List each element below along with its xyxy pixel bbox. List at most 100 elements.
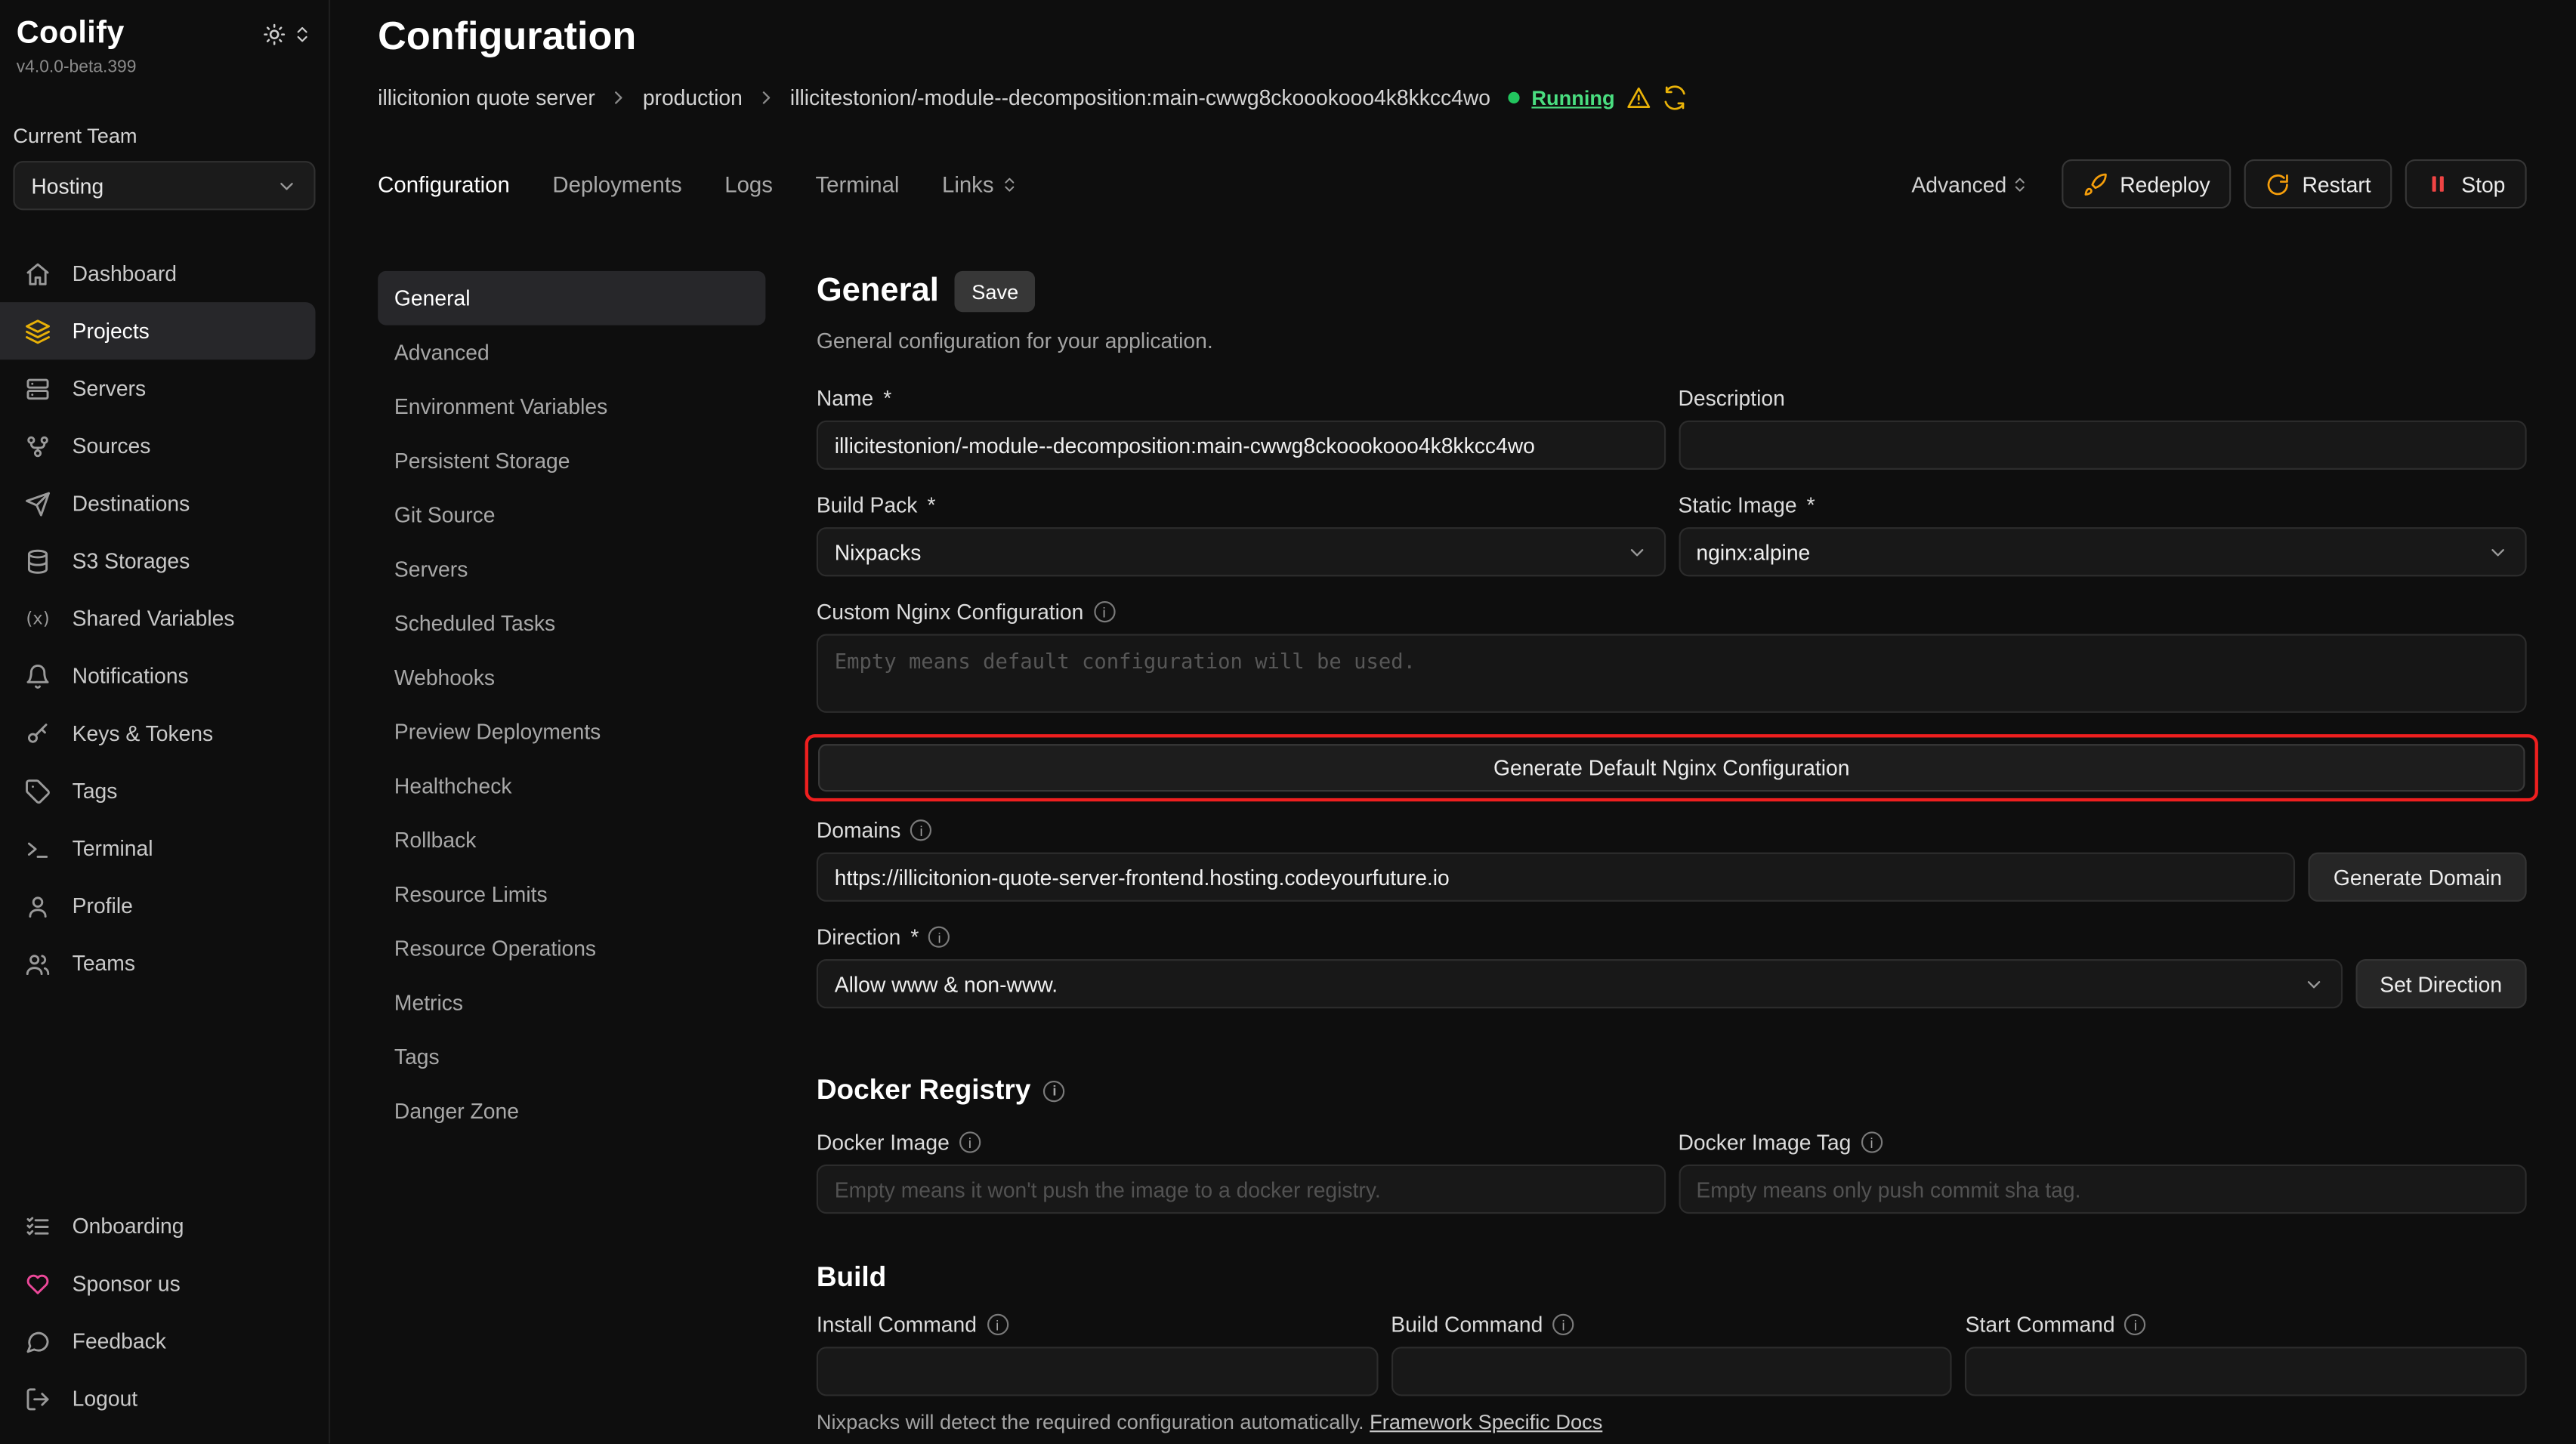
info-icon[interactable]: i (2125, 1314, 2146, 1335)
sidebar-item-logout[interactable]: Logout (0, 1370, 316, 1427)
tab-configuration[interactable]: Configuration (378, 171, 510, 196)
tab-links[interactable]: Links (942, 171, 1018, 196)
start-command-input[interactable] (1966, 1347, 2527, 1396)
subnav-metrics[interactable]: Metrics (378, 976, 765, 1030)
subnav-webhooks[interactable]: Webhooks (378, 650, 765, 705)
subnav-danger-zone[interactable]: Danger Zone (378, 1084, 765, 1138)
direction-value: Allow www & non-www. (835, 971, 1058, 996)
subnav-resource-limits[interactable]: Resource Limits (378, 867, 765, 921)
subnav-preview-deployments[interactable]: Preview Deployments (378, 705, 765, 759)
sidebar-item-s3-storages[interactable]: S3 Storages (0, 532, 316, 590)
sidebar-item-teams[interactable]: Teams (0, 934, 316, 992)
subnav-advanced[interactable]: Advanced (378, 326, 765, 380)
sidebar-item-onboarding[interactable]: Onboarding (0, 1197, 316, 1254)
sidebar-item-projects[interactable]: Projects (0, 302, 316, 359)
stop-button[interactable]: Stop (2405, 159, 2526, 208)
breadcrumb-project[interactable]: illicitonion quote server (378, 85, 595, 110)
info-icon[interactable]: i (987, 1314, 1008, 1335)
restart-button[interactable]: Restart (2244, 159, 2392, 208)
subnav-scheduled-tasks[interactable]: Scheduled Tasks (378, 596, 765, 650)
users-icon (23, 950, 51, 977)
breadcrumb: illicitonion quote server production ill… (378, 85, 2527, 110)
subnav-git-source[interactable]: Git Source (378, 488, 765, 542)
sidebar-item-sponsor[interactable]: Sponsor us (0, 1254, 316, 1312)
restart-icon (2266, 171, 2291, 196)
info-icon[interactable]: i (1044, 1080, 1065, 1101)
generate-domain-button[interactable]: Generate Domain (2309, 853, 2526, 902)
generate-nginx-config-button[interactable]: Generate Default Nginx Configuration (818, 744, 2525, 791)
build-heading: Build (817, 1261, 2527, 1294)
info-icon[interactable]: i (910, 819, 931, 841)
direction-label: Direction* i (817, 924, 2527, 949)
info-icon[interactable]: i (1861, 1131, 1882, 1152)
subnav-rollback[interactable]: Rollback (378, 813, 765, 867)
home-icon (23, 261, 51, 287)
sidebar-item-tags[interactable]: Tags (0, 762, 316, 819)
description-input[interactable] (1678, 421, 2526, 470)
sidebar-item-profile[interactable]: Profile (0, 877, 316, 934)
sidebar-item-keys-tokens[interactable]: Keys & Tokens (0, 705, 316, 762)
subnav-persistent-storage[interactable]: Persistent Storage (378, 434, 765, 488)
sync-icon[interactable] (1663, 85, 1688, 110)
required-asterisk: * (1807, 492, 1815, 517)
tab-terminal[interactable]: Terminal (816, 171, 900, 196)
description-label: Description (1678, 386, 2526, 411)
sidebar-item-destinations[interactable]: Destinations (0, 474, 316, 532)
build-command-label: Build Command i (1391, 1313, 1952, 1338)
breadcrumb-environment[interactable]: production (643, 85, 743, 110)
subnav-resource-operations[interactable]: Resource Operations (378, 921, 765, 976)
name-input[interactable] (817, 421, 1665, 470)
subnav-servers[interactable]: Servers (378, 542, 765, 597)
build-pack-select[interactable]: Nixpacks (817, 527, 1665, 576)
domains-input[interactable] (817, 853, 2296, 902)
static-image-select[interactable]: nginx:alpine (1678, 527, 2526, 576)
docker-image-label: Docker Image i (817, 1130, 1665, 1155)
build-pack-value: Nixpacks (835, 539, 922, 564)
sidebar-item-shared-variables[interactable]: (x) Shared Variables (0, 590, 316, 647)
chevrons-up-down-icon[interactable] (292, 23, 312, 45)
sidebar-item-feedback[interactable]: Feedback (0, 1313, 316, 1370)
info-icon[interactable]: i (959, 1131, 981, 1152)
status-running-link[interactable]: Running (1531, 86, 1614, 109)
framework-docs-link[interactable]: Framework Specific Docs (1370, 1411, 1602, 1433)
build-command-input[interactable] (1391, 1347, 1952, 1396)
nginx-config-textarea[interactable] (817, 634, 2527, 712)
sidebar-item-notifications[interactable]: Notifications (0, 647, 316, 705)
team-select[interactable]: Hosting (13, 161, 315, 210)
sidebar-item-terminal[interactable]: Terminal (0, 819, 316, 877)
tabs: Configuration Deployments Logs Terminal … (378, 171, 1018, 196)
theme-toggle-sun-icon[interactable] (263, 23, 286, 45)
breadcrumb-resource: illicitestonion/-module--decomposition:m… (790, 85, 1490, 110)
subnav-tags[interactable]: Tags (378, 1030, 765, 1085)
direction-select[interactable]: Allow www & non-www. (817, 959, 2342, 1008)
sidebar-item-servers[interactable]: Servers (0, 359, 316, 417)
subnav-healthcheck[interactable]: Healthcheck (378, 759, 765, 813)
set-direction-button[interactable]: Set Direction (2355, 959, 2527, 1008)
redeploy-button[interactable]: Redeploy (2062, 159, 2232, 208)
start-command-label: Start Command i (1966, 1313, 2527, 1338)
install-command-input[interactable] (817, 1347, 1378, 1396)
info-icon[interactable]: i (1552, 1314, 1574, 1335)
tab-logs[interactable]: Logs (724, 171, 773, 196)
info-icon[interactable]: i (1093, 601, 1114, 622)
sidebar-item-label: Feedback (73, 1328, 166, 1353)
domains-label: Domains i (817, 818, 2527, 843)
advanced-dropdown[interactable]: Advanced (1911, 171, 2029, 196)
section-title: General (817, 273, 939, 310)
save-button[interactable]: Save (956, 271, 1035, 312)
current-team-label: Current Team (0, 125, 329, 147)
chevrons-up-down-icon (1000, 175, 1018, 193)
heart-icon (23, 1270, 51, 1297)
sidebar-item-dashboard[interactable]: Dashboard (0, 245, 316, 302)
variables-icon: (x) (23, 609, 51, 628)
subnav-environment-variables[interactable]: Environment Variables (378, 379, 765, 434)
tab-deployments[interactable]: Deployments (552, 171, 681, 196)
docker-image-tag-input[interactable] (1678, 1165, 2526, 1214)
docker-image-input[interactable] (817, 1165, 1665, 1214)
sidebar-item-sources[interactable]: Sources (0, 417, 316, 474)
info-icon[interactable]: i (928, 927, 950, 948)
subnav-general[interactable]: General (378, 271, 765, 326)
sidebar-item-label: Notifications (73, 664, 189, 689)
sidebar-header: Coolify v4.0.0-beta.399 (0, 17, 329, 77)
main-content: Configuration illicitonion quote server … (330, 0, 2576, 1444)
